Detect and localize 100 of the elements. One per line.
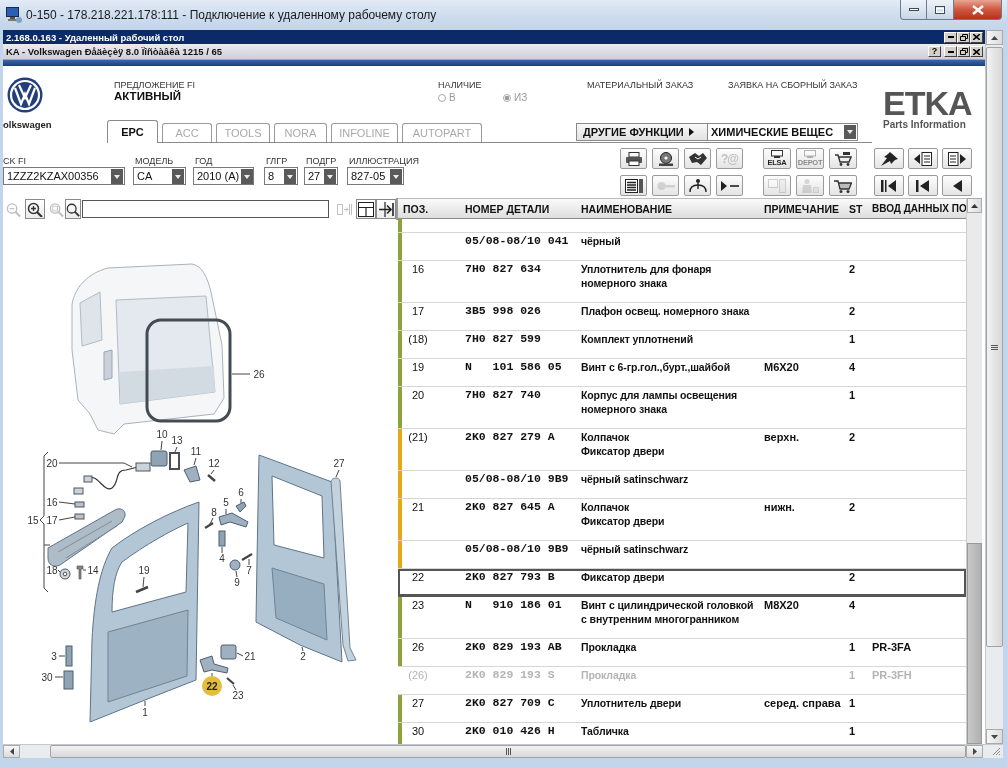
part-name: Комплект уплотнений bbox=[581, 332, 695, 347]
maximize-button[interactable] bbox=[927, 0, 954, 20]
toolbar-button[interactable] bbox=[874, 148, 904, 169]
toolbar-button[interactable] bbox=[829, 148, 857, 169]
toolbar-button[interactable] bbox=[684, 175, 711, 196]
table-row[interactable]: 27 2K0 827 709 C Уплотнитель двери серед. справа 1 bbox=[398, 695, 966, 723]
table-row[interactable]: (21) 2K0 827 279 A Колпачок Фиксатор двери верхн. 2 bbox=[398, 429, 966, 471]
restore-button[interactable] bbox=[957, 46, 970, 57]
callout-number[interactable]: 19 bbox=[138, 565, 150, 576]
callout-number[interactable]: 1 bbox=[142, 707, 148, 718]
minimize-button[interactable] bbox=[900, 0, 927, 20]
callout-number[interactable]: 4 bbox=[219, 553, 225, 564]
order-link[interactable]: ЗАЯВКА НА СБОРНЫЙ ЗАКАЗ bbox=[728, 80, 858, 90]
scrollbar[interactable] bbox=[966, 198, 982, 744]
table-row[interactable]: 23 N 910 186 01 Винт с цилиндрической головкой с внутренним многогранником M8X20 4 bbox=[398, 597, 966, 639]
move-button[interactable] bbox=[376, 199, 396, 219]
callout-number[interactable]: 13 bbox=[171, 435, 183, 446]
column-header[interactable]: ПРИМЕЧАНИЕ bbox=[764, 202, 849, 215]
callout-number[interactable]: 22 bbox=[202, 676, 222, 696]
callout-number[interactable]: 16 bbox=[46, 497, 58, 508]
caret-icon bbox=[688, 128, 694, 136]
table-row[interactable]: 05/08-08/10 041 чёрный bbox=[398, 233, 966, 261]
column-header[interactable]: ПОЗ. bbox=[398, 202, 465, 215]
callout-number[interactable]: 5 bbox=[223, 497, 229, 508]
callout-number[interactable]: 23 bbox=[232, 690, 244, 701]
table-row[interactable]: 20 7H0 827 740 Корпус для лампы освещения номерного знака 1 bbox=[398, 387, 966, 429]
gasket bbox=[169, 452, 180, 470]
search-field[interactable] bbox=[81, 200, 330, 218]
quantity: 2 bbox=[849, 304, 857, 319]
table-row[interactable]: 21 2K0 827 645 A Колпачок Фиксатор двери нижн. 2 bbox=[398, 499, 966, 541]
column-header[interactable]: НОМЕР ДЕТАЛИ bbox=[465, 202, 581, 215]
table-row[interactable]: 26 2K0 829 193 AB Прокладка 1 PR-3FA bbox=[398, 639, 966, 667]
column-header[interactable]: НАИМЕНОВАНИЕ bbox=[581, 202, 764, 215]
dropdown[interactable]: 2010 (A) bbox=[193, 167, 254, 185]
other-functions-button[interactable]: ДРУГИЕ ФУНКЦИИ bbox=[576, 123, 708, 141]
scroll-thumb[interactable] bbox=[986, 47, 1003, 647]
toolbar-button[interactable] bbox=[620, 175, 647, 196]
column-header[interactable]: ВВОД ДАННЫХ ПО bbox=[872, 203, 966, 214]
table-row[interactable]: (18) 7H0 827 599 Комплект уплотнений 1 bbox=[398, 331, 966, 359]
callout-number[interactable]: 18 bbox=[46, 565, 58, 576]
dropdown[interactable]: 827-05 bbox=[347, 167, 404, 185]
callout-number[interactable]: 15 bbox=[27, 515, 39, 526]
toolbar-button[interactable] bbox=[716, 175, 743, 196]
callout-number[interactable]: 14 bbox=[87, 565, 99, 576]
scroll-left-button[interactable] bbox=[3, 745, 20, 758]
scroll-up-button[interactable] bbox=[967, 198, 982, 213]
scrollbar[interactable] bbox=[985, 30, 1003, 744]
callout-number[interactable]: 6 bbox=[238, 487, 244, 498]
scroll-thumb[interactable] bbox=[967, 543, 982, 744]
column-header[interactable]: ST bbox=[849, 202, 872, 215]
table-row[interactable]: 16 7H0 827 634 Уплотнитель для фонаря номерного знака 2 bbox=[398, 261, 966, 303]
table-row[interactable]: 22 2K0 827 793 B Фиксатор двери 2 bbox=[398, 569, 966, 597]
callout-number[interactable]: 7 bbox=[246, 565, 252, 576]
function-dropdown[interactable]: ХИМИЧЕСКИЕ ВЕЩЕС bbox=[708, 123, 858, 141]
dropdown[interactable]: CA bbox=[133, 167, 186, 185]
callout-number[interactable]: 21 bbox=[244, 651, 256, 662]
callout-number[interactable]: 2 bbox=[300, 651, 306, 662]
toolbar-button[interactable] bbox=[829, 175, 857, 196]
zoom-in-button[interactable] bbox=[25, 199, 45, 219]
callout-number[interactable]: 17 bbox=[46, 515, 58, 526]
toolbar-button[interactable] bbox=[942, 175, 972, 196]
toolbar-button[interactable] bbox=[620, 148, 647, 169]
callout-number[interactable]: 26 bbox=[253, 369, 265, 380]
table-row[interactable]: 17 3B5 998 026 Плафон освещ. номерного знака 2 bbox=[398, 303, 966, 331]
callout-number[interactable]: 27 bbox=[333, 458, 345, 469]
toolbar-button[interactable] bbox=[942, 148, 972, 169]
layout-button[interactable] bbox=[356, 199, 377, 219]
scroll-down-button[interactable] bbox=[986, 729, 1003, 744]
leader-line bbox=[174, 446, 178, 453]
minimize-icon bbox=[947, 50, 954, 53]
callout-number[interactable]: 10 bbox=[156, 429, 168, 440]
table-row[interactable]: 05/08-08/10 9B9 чёрный satinschwarz bbox=[398, 541, 966, 569]
callout-number[interactable]: 3 bbox=[51, 651, 57, 662]
leader-line bbox=[58, 655, 66, 657]
callout-number[interactable]: 9 bbox=[234, 577, 240, 588]
toolbar-button[interactable] bbox=[908, 148, 938, 169]
screw bbox=[76, 565, 84, 580]
callout-number[interactable]: 8 bbox=[211, 507, 217, 518]
table-row[interactable]: 05/08-08/10 9B9 чёрный satinschwarz bbox=[398, 471, 966, 499]
callout-number[interactable]: 20 bbox=[46, 458, 58, 469]
tab[interactable]: EPC bbox=[107, 120, 158, 143]
table-row[interactable]: 19 N 101 586 05 Винт с 6-гр.гол.,бурт.,шайбой M6X20 4 bbox=[398, 359, 966, 387]
emblem-icon bbox=[7, 77, 43, 113]
toolbar-button[interactable] bbox=[652, 148, 679, 169]
dropdown[interactable]: 8 bbox=[264, 167, 298, 185]
toolbar-button[interactable] bbox=[684, 148, 711, 169]
scroll-right-button[interactable] bbox=[966, 745, 983, 758]
toolbar-button[interactable] bbox=[908, 175, 938, 196]
leader-line bbox=[160, 440, 163, 451]
callout-number[interactable]: 12 bbox=[208, 458, 220, 469]
toolbar-button[interactable] bbox=[874, 175, 904, 196]
part-name: чёрный bbox=[581, 234, 622, 249]
restore-button[interactable] bbox=[957, 31, 970, 43]
scroll-up-button[interactable] bbox=[986, 30, 1003, 45]
callout-number[interactable]: 30 bbox=[41, 672, 53, 683]
dropdown[interactable]: 27 bbox=[304, 167, 338, 185]
order-link[interactable]: МАТЕРИАЛЬНЫЙ ЗАКАЗ bbox=[587, 80, 728, 90]
callout-number[interactable]: 11 bbox=[190, 446, 202, 457]
help-button[interactable]: ? bbox=[928, 46, 941, 57]
dropdown[interactable]: 1ZZZ2KZAX00356 bbox=[3, 167, 125, 185]
